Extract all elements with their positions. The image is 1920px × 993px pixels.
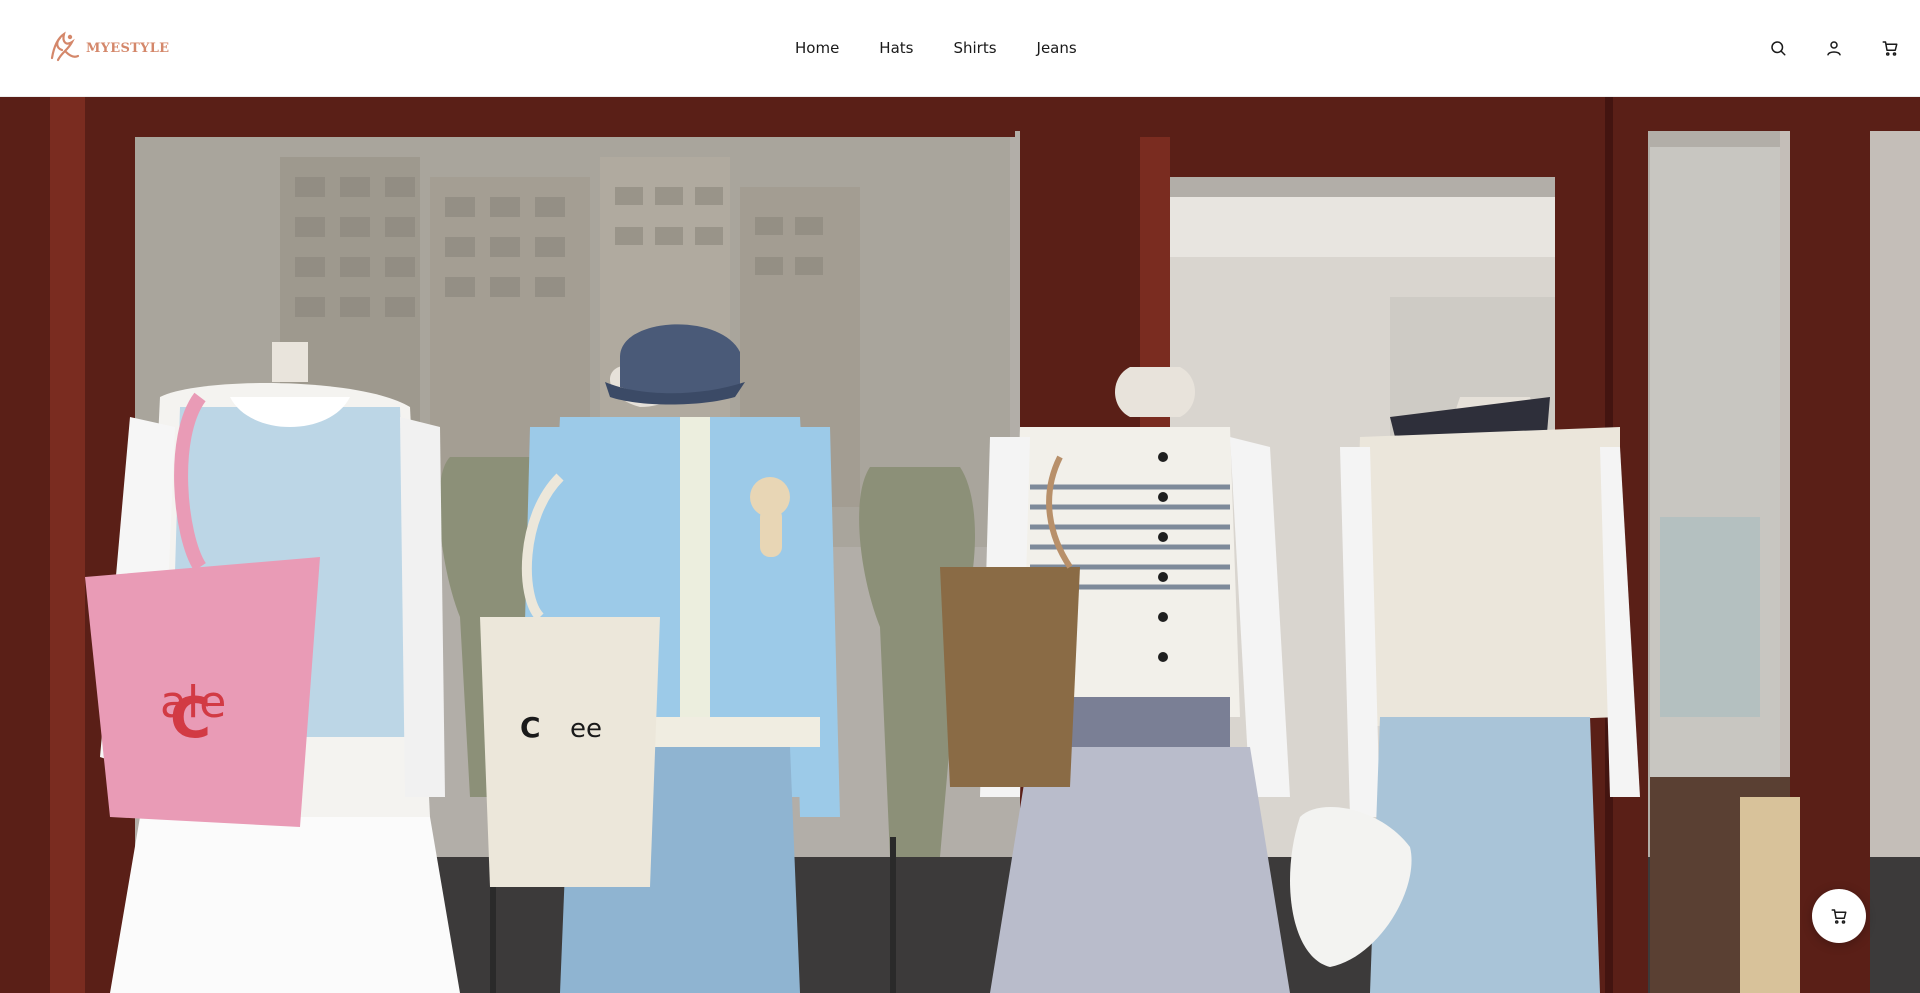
logo-mark-icon — [50, 31, 80, 62]
hero-banner: C ale 86 C ee — [0, 97, 1920, 993]
nav-link-hats[interactable]: Hats — [879, 39, 913, 57]
main-nav: Home Hats Shirts Jeans — [795, 36, 1077, 60]
site-header: MYESTYLE Home Hats Shirts Jeans — [0, 0, 1920, 97]
cart-button[interactable] — [1878, 36, 1902, 60]
nav-link-shirts[interactable]: Shirts — [953, 39, 996, 57]
search-icon — [1771, 41, 1786, 56]
svg-text:ale: ale — [160, 677, 226, 728]
hero-storefront-image: C ale 86 C ee — [0, 97, 1920, 993]
account-button[interactable] — [1822, 36, 1846, 60]
cart-icon — [1882, 41, 1898, 56]
nav-link-home[interactable]: Home — [795, 39, 839, 57]
header-actions — [1766, 36, 1902, 60]
floating-cart-button[interactable] — [1812, 889, 1866, 943]
brand-logo[interactable]: MYESTYLE — [44, 28, 169, 68]
cart-icon — [1831, 909, 1847, 924]
account-icon — [1827, 41, 1841, 56]
svg-text:C: C — [520, 711, 541, 744]
search-button[interactable] — [1766, 36, 1790, 60]
svg-text:ee: ee — [570, 714, 602, 744]
nav-link-jeans[interactable]: Jeans — [1037, 39, 1077, 57]
brand-name: MYESTYLE — [86, 40, 170, 56]
